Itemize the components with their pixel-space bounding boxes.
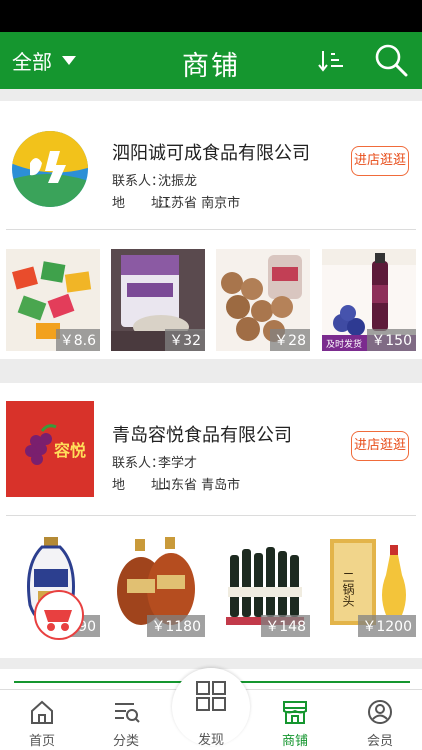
product-price: ￥1200 (358, 615, 416, 637)
product-thumb[interactable]: ￥1180 (111, 535, 205, 637)
product-thumb[interactable]: ￥148 (216, 535, 310, 637)
shop-contact: 联系人：沈振龙 (112, 170, 197, 189)
member-icon (368, 700, 392, 724)
caret-down-icon (62, 56, 76, 65)
divider (6, 229, 416, 230)
shop-card: 泗阳诚可成食品有限公司 联系人：沈振龙 地 址：江苏省 南京市 进店逛逛 ￥8.… (0, 101, 422, 359)
tab-home[interactable]: 首页 (0, 690, 84, 750)
product-price: ￥150 (367, 329, 416, 351)
contact-key: 联系人： (112, 174, 165, 189)
cart-icon (44, 610, 72, 631)
shop-logo-text: 容悦 (54, 441, 87, 460)
status-bar (0, 0, 422, 32)
tab-member[interactable]: 会员 (338, 690, 422, 750)
product-price: ￥28 (270, 329, 310, 351)
address-value: 山东省 青岛市 (158, 478, 241, 493)
sort-icon[interactable] (318, 48, 344, 74)
tab-discover-label: 发现 (197, 733, 224, 748)
shop-icon (283, 701, 307, 724)
address-key: 地 址： (112, 196, 178, 211)
contact-key: 联系人： (112, 456, 165, 471)
top-header: 全部 商铺 (0, 32, 422, 89)
shop-name[interactable]: 泗阳诚可成食品有限公司 (112, 139, 310, 165)
product-thumb[interactable]: ￥32 (111, 249, 205, 351)
visit-shop-button[interactable]: 进店逛逛 (351, 146, 409, 176)
address-key: 地 址： (112, 478, 178, 493)
tab-category-label: 分类 (112, 734, 139, 749)
product-thumb[interactable]: ￥28 (216, 249, 310, 351)
contact-value: 沈振龙 (158, 174, 198, 189)
filter-all-dropdown[interactable]: 全部 (12, 46, 76, 75)
discover-icon (196, 681, 226, 711)
product-thumb[interactable]: ￥8.6 (6, 249, 100, 351)
visit-shop-button[interactable]: 进店逛逛 (351, 431, 409, 461)
shop-name[interactable]: 青岛容悦食品有限公司 (112, 421, 292, 447)
product-banner-text: 及时发货 (326, 340, 363, 350)
shop-contact: 联系人：李学才 (112, 452, 197, 471)
product-price: ￥1180 (147, 615, 205, 637)
product-price: ￥8.6 (55, 329, 100, 351)
shop-address: 地 址：山东省 青岛市 (112, 474, 240, 493)
tab-member-label: 会员 (366, 734, 393, 749)
floating-cart-button[interactable] (34, 590, 84, 640)
tab-shops[interactable]: 商铺 (253, 690, 337, 750)
product-price: ￥32 (165, 329, 205, 351)
shop-address: 地 址：江苏省 南京市 (112, 192, 240, 211)
shop-logo-image[interactable]: 容悦 (6, 401, 94, 497)
divider (6, 515, 416, 516)
home-icon (31, 700, 53, 724)
category-icon (115, 703, 140, 723)
filter-all-label: 全部 (12, 50, 52, 74)
tab-shops-label: 商铺 (281, 734, 308, 749)
product-thumb[interactable]: 二锅头 ￥1200 (322, 535, 416, 637)
address-value: 江苏省 南京市 (158, 196, 241, 211)
product-price: ￥148 (261, 615, 310, 637)
tab-home-label: 首页 (28, 734, 55, 749)
contact-value: 李学才 (158, 456, 198, 471)
tab-category[interactable]: 分类 (84, 690, 168, 750)
product-label-text: 二锅头 (341, 571, 355, 607)
shop-logo-image[interactable] (6, 121, 94, 217)
search-icon[interactable] (374, 43, 408, 77)
product-thumb[interactable]: 及时发货 ￥150 (322, 249, 416, 351)
